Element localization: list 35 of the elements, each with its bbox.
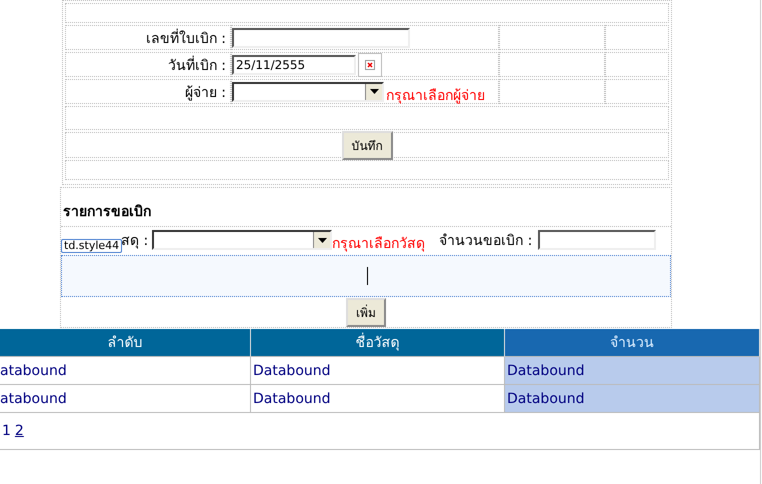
column-header[interactable]: ลำดับ — [0, 329, 251, 357]
field-label: ผู้จ่าย : — [184, 84, 226, 102]
table-cell — [605, 25, 669, 50]
field-label: เลขที่ใบเบิก : — [146, 28, 226, 48]
dropdown[interactable] — [232, 82, 384, 102]
add-button[interactable]: เพิ่ม — [346, 298, 386, 326]
table-cell — [605, 52, 669, 77]
validation-message: กรุณาเลือกวัสดุ — [332, 235, 426, 254]
caret-icon — [318, 238, 327, 242]
save-button[interactable]: บันทึก — [342, 130, 392, 160]
table-cell: Databound — [251, 385, 505, 413]
table-cell: atabound — [0, 357, 251, 385]
table-cell: Databound — [505, 357, 760, 385]
column-header[interactable]: จำนวน — [505, 329, 760, 357]
dropdown[interactable] — [152, 230, 332, 250]
page-link[interactable]: 2 — [14, 423, 24, 439]
selection-tag: td.style44 — [61, 239, 122, 253]
table-cell: Databound — [505, 385, 760, 413]
selected-table-cell[interactable] — [61, 255, 671, 297]
input-field[interactable] — [538, 230, 656, 250]
table-cell — [605, 79, 669, 104]
section-title: รายการขอเบิก — [62, 203, 152, 222]
broken-image-icon[interactable] — [358, 52, 382, 76]
field-label: จำนวนขอเบิก : — [439, 232, 532, 251]
field-label: วันที่เบิก : — [168, 54, 226, 76]
caret-icon — [370, 89, 378, 94]
text-cursor — [366, 267, 368, 285]
input-field[interactable] — [232, 28, 410, 48]
column-header[interactable]: ชื่อวัสดุ — [251, 329, 505, 357]
table-cell: atabound — [0, 385, 251, 413]
field-label: สดุ : — [121, 232, 150, 251]
date-field[interactable]: 25/11/2555 — [232, 54, 356, 74]
current-page: 1 — [2, 423, 11, 439]
validation-message: กรุณาเลือกผู้จ่าย — [386, 86, 485, 106]
table-cell: Databound — [251, 357, 505, 385]
